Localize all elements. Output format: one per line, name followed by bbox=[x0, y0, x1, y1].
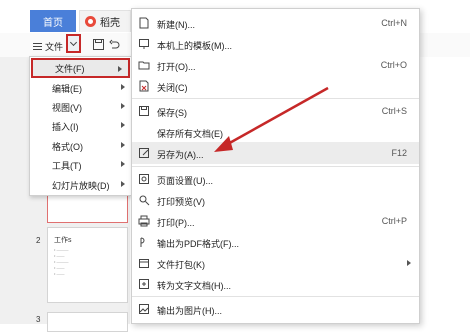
shortcut-text: Ctrl+S bbox=[381, 106, 407, 116]
menu-item-insert[interactable]: 插入(I) bbox=[30, 116, 131, 136]
submenu-item-save-all[interactable]: 保存所有文档(E) bbox=[132, 121, 419, 143]
menu-item-file[interactable]: 文件(F) bbox=[31, 58, 130, 78]
submenu-arrow-icon bbox=[121, 84, 125, 90]
print-preview-icon bbox=[139, 195, 150, 206]
menu-item-label: 视图(V) bbox=[52, 102, 82, 113]
menu-item-label: 编辑(E) bbox=[52, 83, 82, 94]
menu-item-view[interactable]: 视图(V) bbox=[30, 97, 131, 117]
page-setup-icon bbox=[139, 174, 149, 184]
file-submenu: 新建(N)... Ctrl+N 本机上的模板(M)... 打开(O)... Ct… bbox=[131, 8, 420, 324]
submenu-arrow-icon bbox=[121, 161, 125, 167]
slide-thumbnail-3[interactable] bbox=[47, 312, 128, 332]
submenu-item-close[interactable]: 关闭(C) bbox=[132, 75, 419, 97]
convert-icon bbox=[139, 279, 149, 289]
shortcut-text: Ctrl+P bbox=[381, 216, 407, 226]
package-icon bbox=[139, 259, 149, 268]
submenu-item-convert[interactable]: 转为文字文档(H)... bbox=[132, 273, 419, 295]
submenu-arrow-icon bbox=[121, 103, 125, 109]
submenu-label: 打印预览(V) bbox=[157, 197, 205, 207]
submenu-arrow-icon bbox=[121, 122, 125, 128]
menu-item-label: 幻灯片放映(D) bbox=[52, 180, 110, 191]
save-icon[interactable] bbox=[92, 38, 104, 50]
submenu-label: 保存所有文档(E) bbox=[157, 129, 223, 139]
main-menu: 文件(F) 编辑(E) 视图(V) 插入(I) 格式(O) 工具(T) 幻灯片放… bbox=[29, 56, 132, 196]
submenu-label: 打开(O)... bbox=[157, 62, 196, 72]
pdf-icon bbox=[140, 237, 145, 247]
tab-daoke[interactable]: 稻壳 bbox=[79, 10, 131, 32]
save-as-icon bbox=[139, 148, 149, 158]
menu-item-label: 格式(O) bbox=[52, 141, 83, 152]
open-folder-icon bbox=[138, 61, 150, 70]
menu-item-label: 插入(I) bbox=[52, 121, 79, 132]
submenu-item-export-pdf[interactable]: 输出为PDF格式(F)... bbox=[132, 231, 419, 253]
submenu-item-print-preview[interactable]: 打印预览(V) bbox=[132, 189, 419, 211]
submenu-label: 转为文字文档(H)... bbox=[157, 281, 231, 291]
file-menu-label: 文件 bbox=[45, 41, 64, 52]
template-icon bbox=[139, 39, 149, 49]
submenu-label: 输出为图片(H)... bbox=[157, 306, 222, 316]
tab-home[interactable]: 首页 bbox=[30, 10, 76, 32]
shortcut-text: F12 bbox=[391, 148, 407, 158]
submenu-item-open[interactable]: 打开(O)... Ctrl+O bbox=[132, 54, 419, 76]
submenu-label: 打印(P)... bbox=[157, 218, 195, 228]
print-icon bbox=[138, 215, 150, 227]
submenu-arrow-icon bbox=[121, 181, 125, 187]
menu-item-slideshow[interactable]: 幻灯片放映(D) bbox=[30, 175, 131, 195]
undo-icon[interactable] bbox=[108, 38, 120, 50]
submenu-label: 关闭(C) bbox=[157, 83, 188, 93]
menu-item-edit[interactable]: 编辑(E) bbox=[30, 78, 131, 98]
submenu-arrow-icon bbox=[121, 142, 125, 148]
slide-number-3: 3 bbox=[36, 315, 41, 324]
submenu-item-page-setup[interactable]: 页面设置(U)... bbox=[132, 168, 419, 190]
submenu-item-package[interactable]: 文件打包(K) bbox=[132, 252, 419, 274]
submenu-item-print[interactable]: 打印(P)... Ctrl+P bbox=[132, 210, 419, 232]
submenu-label: 页面设置(U)... bbox=[157, 176, 213, 186]
tab-daoke-label: 稻壳 bbox=[100, 18, 120, 29]
image-export-icon bbox=[139, 304, 149, 314]
menu-separator bbox=[132, 166, 419, 167]
submenu-item-template[interactable]: 本机上的模板(M)... bbox=[132, 33, 419, 55]
save-icon bbox=[139, 106, 149, 116]
submenu-item-save-as[interactable]: 另存为(A)... F12 bbox=[132, 142, 419, 164]
submenu-item-export-image[interactable]: 输出为图片(H)... bbox=[132, 298, 419, 320]
daoke-logo-icon bbox=[85, 16, 96, 27]
submenu-label: 新建(N)... bbox=[157, 20, 195, 30]
menu-item-label: 工具(T) bbox=[52, 160, 82, 171]
submenu-label: 另存为(A)... bbox=[157, 150, 204, 160]
submenu-label: 文件打包(K) bbox=[157, 260, 205, 270]
submenu-label: 输出为PDF格式(F)... bbox=[157, 239, 239, 249]
submenu-label: 本机上的模板(M)... bbox=[157, 41, 232, 51]
submenu-arrow-icon bbox=[407, 260, 411, 266]
chevron-down-icon bbox=[69, 38, 78, 46]
submenu-item-new[interactable]: 新建(N)... Ctrl+N bbox=[132, 12, 419, 34]
menu-separator bbox=[132, 98, 419, 99]
file-menu-button[interactable]: 文件 bbox=[33, 38, 63, 54]
file-dropdown-toggle[interactable] bbox=[66, 34, 81, 53]
slide-thumbnail-2[interactable]: 工作s • ——— • —— • ——— • —— • —— bbox=[47, 227, 128, 303]
menu-item-label: 文件(F) bbox=[55, 63, 85, 74]
submenu-arrow-icon bbox=[118, 66, 122, 72]
shortcut-text: Ctrl+O bbox=[380, 60, 407, 70]
menu-separator bbox=[132, 296, 419, 297]
hamburger-icon bbox=[33, 42, 42, 50]
close-doc-icon bbox=[139, 80, 149, 92]
new-file-icon bbox=[139, 17, 149, 29]
menu-item-format[interactable]: 格式(O) bbox=[30, 136, 131, 156]
slide2-title: 工作s bbox=[54, 237, 72, 244]
shortcut-text: Ctrl+N bbox=[381, 18, 407, 28]
submenu-label: 保存(S) bbox=[157, 108, 187, 118]
submenu-item-save[interactable]: 保存(S) Ctrl+S bbox=[132, 100, 419, 122]
slide2-bullets: • ——— • —— • ——— • —— • —— bbox=[54, 247, 69, 276]
menu-item-tools[interactable]: 工具(T) bbox=[30, 155, 131, 175]
slide-number-2: 2 bbox=[36, 236, 41, 245]
